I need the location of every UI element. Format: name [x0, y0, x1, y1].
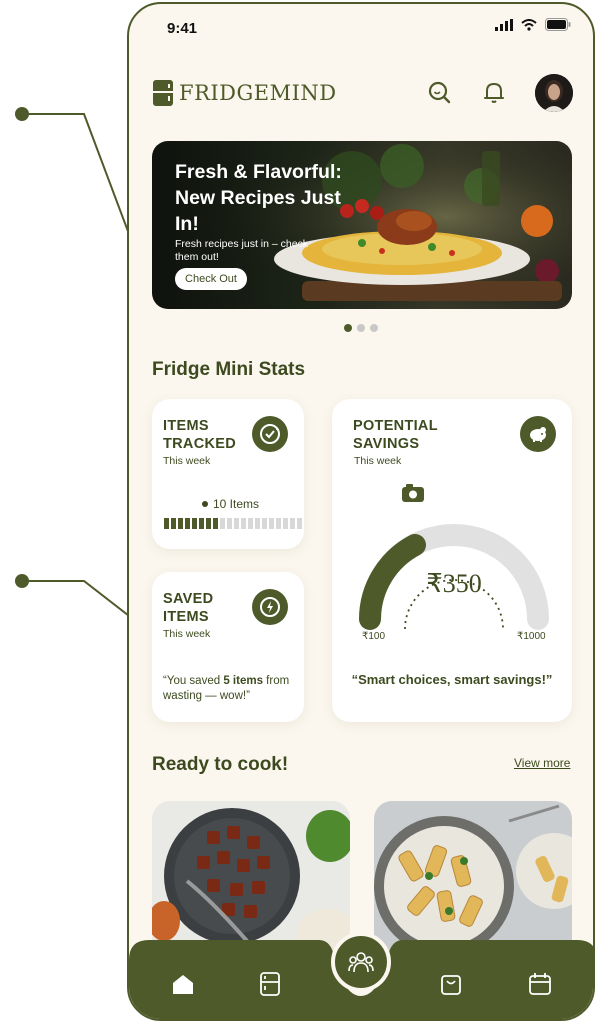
fridge-logo-icon: [153, 80, 173, 106]
nav-home[interactable]: [168, 969, 198, 999]
status-icons: [495, 18, 571, 31]
progress-segment: [297, 518, 302, 529]
community-button[interactable]: [331, 932, 391, 992]
group-icon: [348, 952, 374, 973]
carousel-dot[interactable]: [370, 324, 378, 332]
pasta-dish-image: [374, 801, 572, 951]
progress-segment: [290, 518, 295, 529]
search-button[interactable]: [425, 78, 453, 106]
progress-segment: [206, 518, 211, 529]
progress-segment: [220, 518, 225, 529]
lightning-refresh-icon: [260, 597, 280, 617]
view-more-link[interactable]: View more: [514, 756, 570, 770]
savings-value: ₹350: [426, 569, 482, 598]
wifi-icon: [521, 18, 537, 31]
progress-segment: [248, 518, 253, 529]
progress-segment: [192, 518, 197, 529]
items-tracked-title-line1: ITEMS: [163, 418, 209, 434]
progress-segment: [227, 518, 232, 529]
progress-segment: [164, 518, 169, 529]
items-tracked-icon-badge: [252, 416, 288, 452]
progress-segment: [234, 518, 239, 529]
recipe-card-pasta[interactable]: [374, 801, 572, 951]
banner-subtitle: Fresh recipes just in – check them out!: [175, 238, 309, 263]
progress-segment: [283, 518, 288, 529]
saved-items-title-line2: ITEMS: [163, 609, 209, 625]
savings-max-label: ₹1000: [517, 631, 546, 642]
saved-quote-prefix: “You saved: [163, 675, 224, 687]
stats-section-title: Fridge Mini Stats: [152, 359, 306, 380]
status-time: 9:41: [167, 20, 198, 37]
promo-banner[interactable]: Fresh & Flavorful: New Recipes Just In! …: [152, 141, 572, 309]
savings-icon-badge: [520, 416, 556, 452]
items-tracked-title-line2: TRACKED: [163, 436, 236, 452]
potential-savings-title: POTENTIAL SAVINGS: [353, 417, 438, 453]
items-tracked-progress: [164, 518, 302, 529]
progress-segment: [262, 518, 267, 529]
progress-segment: [255, 518, 260, 529]
saved-items-title: SAVED ITEMS: [163, 590, 213, 626]
signal-icon: [495, 18, 513, 31]
banner-title: Fresh & Flavorful: New Recipes Just In!: [175, 161, 342, 235]
cook-section-title: Ready to cook!: [152, 754, 289, 775]
phone-frame: 9:41 FRIDGEMIND Fresh & Flavorful: New R…: [127, 2, 595, 1021]
search-icon: [428, 81, 451, 104]
items-tracked-title: ITEMS TRACKED: [163, 417, 236, 453]
nav-fridge[interactable]: [255, 969, 285, 999]
progress-segment: [171, 518, 176, 529]
items-count: 10 Items: [202, 497, 259, 511]
camera-icon: [402, 484, 424, 502]
progress-segment: [276, 518, 281, 529]
savings-gauge: ₹350: [359, 484, 549, 630]
nav-shopping[interactable]: [436, 969, 466, 999]
carousel-dots: [344, 324, 378, 332]
potential-savings-period: This week: [354, 455, 402, 467]
refresh-check-icon: [260, 424, 280, 444]
potential-savings-card[interactable]: POTENTIAL SAVINGS This week ₹350 ₹100 ₹1…: [332, 399, 572, 722]
saved-quote-count: 5 items: [223, 675, 263, 687]
app-name: FRIDGEMIND: [179, 81, 337, 105]
calendar-icon: [529, 973, 551, 995]
fridge-icon: [260, 972, 280, 996]
progress-segment: [241, 518, 246, 529]
avatar-image: [535, 74, 573, 112]
recipe-card-tofu[interactable]: [152, 801, 350, 951]
items-count-dot: [202, 501, 208, 507]
carousel-dot[interactable]: [357, 324, 365, 332]
app-header: FRIDGEMIND: [153, 74, 573, 114]
progress-segment: [199, 518, 204, 529]
piggy-bank-icon: [530, 427, 546, 442]
items-tracked-card[interactable]: ITEMS TRACKED This week 10 Items: [152, 399, 304, 549]
potential-savings-title-line1: POTENTIAL: [353, 418, 438, 434]
progress-segment: [269, 518, 274, 529]
potential-savings-title-line2: SAVINGS: [353, 436, 420, 452]
saved-items-quote: “You saved 5 items from wasting — wow!”: [163, 674, 303, 704]
carousel-dot[interactable]: [344, 324, 352, 332]
user-avatar[interactable]: [535, 74, 573, 112]
progress-segment: [213, 518, 218, 529]
app-logo: FRIDGEMIND: [153, 80, 337, 106]
shopping-bag-icon: [441, 975, 461, 995]
battery-icon: [545, 18, 571, 31]
saved-items-title-line1: SAVED: [163, 591, 214, 607]
progress-segment: [178, 518, 183, 529]
progress-segment: [185, 518, 190, 529]
saved-items-period: This week: [163, 628, 211, 640]
saved-items-icon-badge: [252, 589, 288, 625]
savings-quote: “Smart choices, smart savings!”: [351, 672, 553, 687]
bell-icon: [484, 83, 504, 103]
items-tracked-period: This week: [163, 455, 211, 467]
notifications-button[interactable]: [480, 78, 508, 106]
tofu-dish-image: [152, 801, 350, 951]
status-bar: 9:41: [129, 4, 593, 52]
nav-calendar[interactable]: [525, 969, 555, 999]
savings-min-label: ₹100: [362, 631, 386, 642]
bottom-nav: [129, 932, 593, 1019]
saved-items-card[interactable]: SAVED ITEMS This week “You saved 5 items…: [152, 572, 304, 722]
check-out-button[interactable]: Check Out: [175, 268, 247, 290]
home-icon: [173, 975, 193, 994]
items-count-label: 10 Items: [213, 497, 260, 511]
